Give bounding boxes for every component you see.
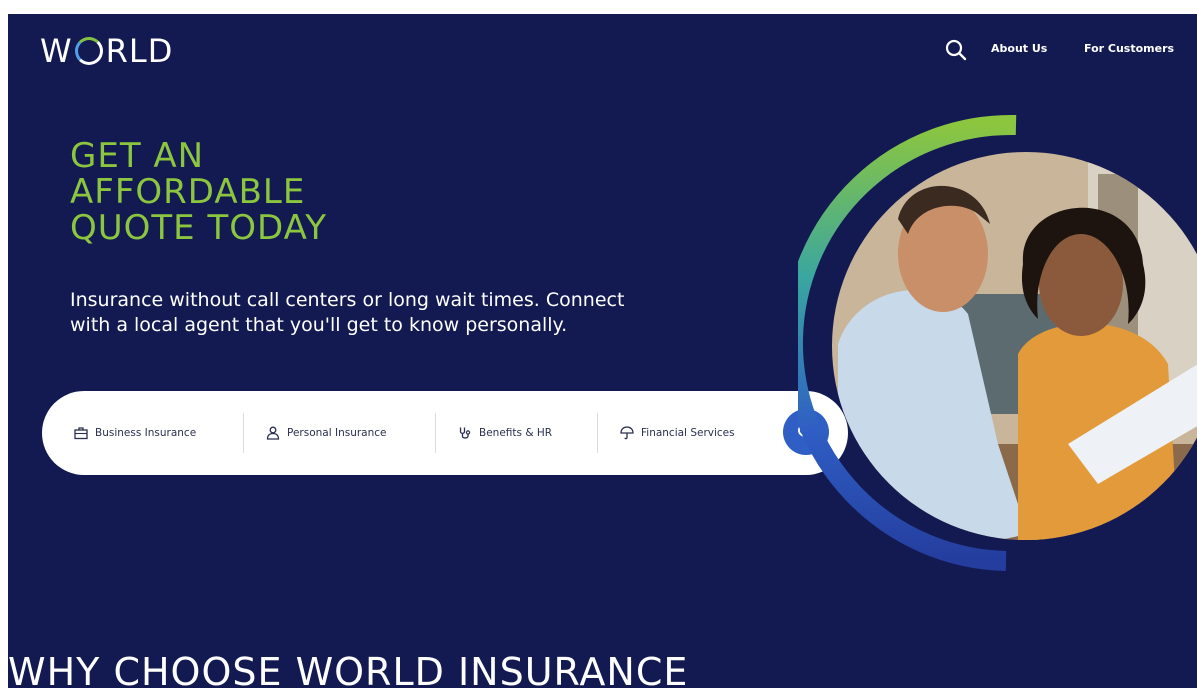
option-label: Financial Services	[641, 427, 735, 439]
option-personal-insurance[interactable]: Personal Insurance	[266, 391, 387, 475]
nav-about-us[interactable]: About Us	[991, 42, 1047, 55]
search-icon	[945, 39, 967, 61]
person-icon	[266, 426, 280, 440]
page: W RLD About Us For Customers GET AN AFFOR…	[8, 14, 1197, 688]
headline-line: GET AN	[70, 136, 205, 176]
option-label: Benefits & HR	[479, 427, 553, 439]
divider	[435, 413, 436, 453]
stethoscope-icon	[459, 427, 471, 439]
briefcase-icon	[74, 427, 88, 440]
option-business-insurance[interactable]: Business Insurance	[74, 391, 196, 475]
option-label: Personal Insurance	[287, 427, 387, 439]
logo-text-start: W	[40, 32, 73, 70]
divider	[597, 413, 598, 453]
option-financial-services[interactable]: Financial Services	[620, 391, 735, 475]
world-logo[interactable]: W RLD	[40, 32, 173, 70]
headline-line: QUOTE TODAY	[70, 208, 327, 248]
section-heading: WHY CHOOSE WORLD INSURANCE	[8, 650, 689, 688]
umbrella-icon	[620, 426, 634, 440]
headline-line: AFFORDABLE	[70, 172, 306, 212]
hero-headline: GET AN AFFORDABLE QUOTE TODAY	[70, 138, 490, 246]
logo-text-end: RLD	[105, 32, 174, 70]
header-search-button[interactable]	[944, 38, 968, 62]
divider	[243, 413, 244, 453]
logo-ring-icon	[74, 37, 103, 65]
nav-for-customers[interactable]: For Customers	[1084, 42, 1174, 55]
hero-photo	[798, 114, 1197, 571]
option-benefits-hr[interactable]: Benefits & HR	[458, 391, 552, 475]
hero-subtext: Insurance without call centers or long w…	[70, 289, 625, 336]
insurance-search-bar: Business Insurance Personal Insurance Be…	[42, 391, 848, 475]
option-label: Business Insurance	[95, 427, 197, 439]
